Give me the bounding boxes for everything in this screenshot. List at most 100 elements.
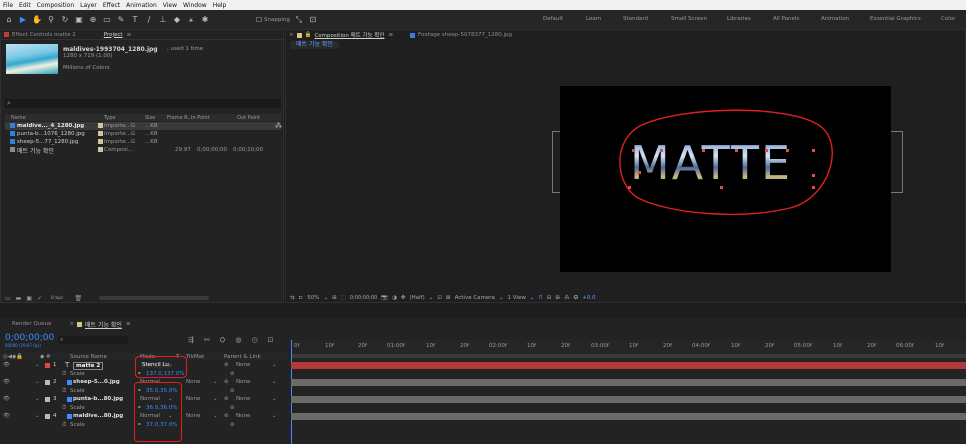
zoom-tool-icon[interactable]: ⚲ <box>46 15 56 25</box>
parent-pickwhip-icon[interactable]: ⊚ <box>224 379 229 385</box>
eye-icon[interactable]: 👁 <box>3 362 10 368</box>
chevron-down-icon[interactable]: ⌄ <box>272 413 277 419</box>
parent-pickwhip-icon[interactable]: ⊚ <box>224 413 229 419</box>
trkmat-dropdown[interactable]: None <box>186 379 200 385</box>
stopwatch-icon[interactable]: ⏱ <box>62 405 66 412</box>
new-folder-icon[interactable]: ▬ <box>16 295 22 302</box>
layer-duration-bar[interactable] <box>291 396 966 403</box>
col-size[interactable]: Size <box>145 115 155 121</box>
rotate-tool-icon[interactable]: ↻ <box>60 15 70 25</box>
timeline-search-input[interactable]: ⌕ <box>58 336 128 344</box>
col-name[interactable]: Name <box>11 115 26 121</box>
eye-icon[interactable]: 👁 <box>3 379 10 385</box>
tab-timeline-comp[interactable]: 매트 기능 확인 <box>85 320 122 329</box>
list-item[interactable]: punta-b...1076_1280.jpg Importe...G ...K… <box>5 130 281 138</box>
workspace-learn[interactable]: Learn <box>586 16 601 22</box>
tab-effect-controls[interactable]: Effect Controls matte 2 <box>12 32 76 38</box>
workspace-standard[interactable]: Standard <box>623 16 648 22</box>
workspace-libraries[interactable]: Libraries <box>727 16 751 22</box>
trkmat-dropdown[interactable]: None <box>186 413 200 419</box>
work-area-bar[interactable] <box>291 354 966 358</box>
pen-tool-icon[interactable]: ✎ <box>116 15 126 25</box>
col-type[interactable]: Type <box>104 115 115 121</box>
type-tool-icon[interactable]: T <box>130 15 140 25</box>
workspace-animation[interactable]: Animation <box>821 16 849 22</box>
chevron-down-icon[interactable]: ⌄ <box>429 295 434 301</box>
col-source-name[interactable]: Source Name <box>70 354 107 360</box>
exposure-icon[interactable]: ✪ <box>573 295 578 301</box>
snapping-checkbox-icon[interactable]: ☐ <box>254 15 264 25</box>
show-channel-icon[interactable]: ◑ <box>392 295 397 301</box>
workspace-default[interactable]: Default <box>543 16 563 22</box>
frame-blending-icon[interactable]: ⛭ <box>220 336 226 345</box>
delete-icon[interactable]: 🗑 <box>75 295 83 302</box>
graph-editor-icon[interactable]: ◷ <box>251 336 257 345</box>
expand-chevron-icon[interactable]: ⌄ <box>35 413 40 419</box>
roto-tool-icon[interactable]: ⚹ <box>186 15 196 25</box>
list-item[interactable]: sheep-5...77_1280.jpg Importe...G ...KB <box>5 138 281 146</box>
timeline-toggle-icon[interactable]: ⊞ <box>555 295 560 301</box>
pickwhip-icon[interactable]: ⊚ <box>230 405 235 411</box>
mask-visibility-icon[interactable]: ⊏ <box>299 295 304 301</box>
close-tab-icon[interactable]: × <box>69 321 74 327</box>
zoom-dropdown[interactable]: 50% <box>307 295 319 301</box>
footer-scrollbar[interactable] <box>99 296 210 300</box>
motion-blur-icon[interactable]: ◍ <box>235 336 241 345</box>
pan-tool-icon[interactable]: ⊕ <box>88 15 98 25</box>
expand-chevron-icon[interactable]: ⌄ <box>35 362 40 368</box>
selection-tool-icon[interactable]: ▶ <box>18 15 28 25</box>
rectangle-tool-icon[interactable]: ▭ <box>102 15 112 25</box>
chevron-down-icon[interactable]: ⌄ <box>272 362 277 368</box>
col-out-point[interactable]: Out Point <box>237 115 260 121</box>
comp-breadcrumb[interactable]: 매트 기능 확인 <box>290 41 339 49</box>
expand-chevron-icon[interactable]: ⌄ <box>35 379 40 385</box>
shy-layers-icon[interactable]: ⚯ <box>204 336 210 345</box>
viewer-menu-icon[interactable]: ≡ <box>388 32 393 38</box>
always-preview-icon[interactable]: ⇆ <box>290 295 295 301</box>
chevron-down-icon[interactable]: ⌄ <box>499 295 504 301</box>
parent-dropdown[interactable]: None <box>236 362 250 368</box>
workspace-essential-graphics[interactable]: Essential Graphics <box>870 16 921 22</box>
eraser-tool-icon[interactable]: ◆ <box>172 15 182 25</box>
layer-duration-bar[interactable] <box>291 362 966 369</box>
chevron-down-icon[interactable]: ⌄ <box>323 295 328 301</box>
parent-dropdown[interactable]: None <box>236 396 250 402</box>
col-in-point[interactable]: In Point <box>191 115 210 121</box>
playhead[interactable] <box>291 340 292 444</box>
exposure-value[interactable]: +0.0 <box>582 295 595 301</box>
snap-options-icon[interactable]: ⤡ <box>294 15 304 25</box>
region-icon[interactable]: ⬚ <box>341 295 346 301</box>
list-item[interactable]: 매트 기능 확인 Composi... 29.97 0;00;00;00 0;0… <box>5 146 281 155</box>
col-trkmat[interactable]: TrkMat <box>186 354 204 360</box>
chevron-down-icon[interactable]: ⌄ <box>272 396 277 402</box>
interpret-footage-icon[interactable]: ▭ <box>5 295 11 302</box>
stopwatch-icon[interactable]: ⏱ <box>62 422 66 429</box>
expand-chevron-icon[interactable]: ⌄ <box>35 396 40 402</box>
layer-duration-bar[interactable] <box>291 413 966 420</box>
resolution-dropdown[interactable]: (Half) <box>409 295 424 301</box>
layer-name[interactable]: matte 2 <box>73 362 104 370</box>
stopwatch-icon[interactable]: ⏱ <box>62 371 66 378</box>
timeline-menu-icon[interactable]: ≡ <box>126 321 131 327</box>
eye-icon[interactable]: 👁 <box>3 413 10 419</box>
time-ruler[interactable]: 0f 10f 20f 01:00f 10f 20f 02:00f 10f 20f… <box>291 340 966 360</box>
menu-view[interactable]: View <box>163 2 177 9</box>
menu-help[interactable]: Help <box>213 2 227 9</box>
panel-menu-icon[interactable]: ≡ <box>127 32 132 38</box>
brush-tool-icon[interactable]: ∕ <box>144 15 154 25</box>
new-composition-icon[interactable]: ▣ <box>26 295 32 302</box>
color-channel-icon[interactable]: ✤ <box>401 295 406 301</box>
camera-tool-icon[interactable]: ▣ <box>74 15 84 25</box>
transparency-grid-icon[interactable]: ⊠ <box>446 295 451 301</box>
chevron-down-icon[interactable]: ⌄ <box>213 413 218 419</box>
project-settings-icon[interactable]: ✓ <box>37 295 42 302</box>
stamp-tool-icon[interactable]: ⊥ <box>158 15 168 25</box>
workspace-small-screen[interactable]: Small Screen <box>671 16 707 22</box>
layer-name[interactable]: maldive...80.jpg <box>73 413 123 419</box>
parent-pickwhip-icon[interactable]: ⊚ <box>224 396 229 402</box>
pickwhip-icon[interactable]: ⊚ <box>230 422 235 428</box>
workspace-all-panels[interactable]: All Panels <box>773 16 799 22</box>
snapshot-camera-icon[interactable]: 📷 <box>381 295 388 301</box>
camera-dropdown[interactable]: Active Camera <box>455 295 495 301</box>
comp-flowchart-icon[interactable]: ⇶ <box>188 336 194 345</box>
